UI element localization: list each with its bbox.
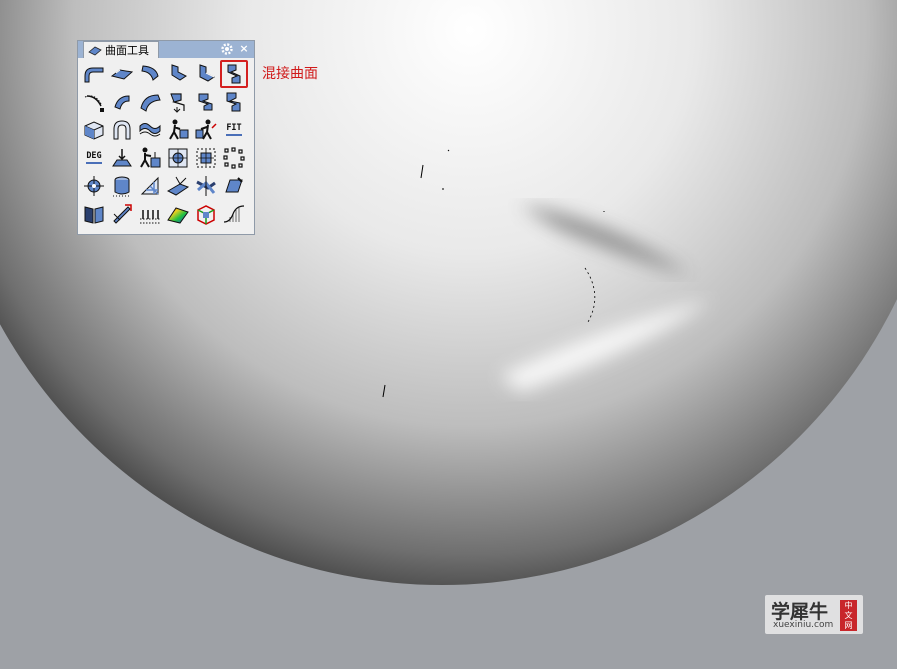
tool-button[interactable] <box>164 200 192 228</box>
tool-button[interactable] <box>220 88 248 116</box>
rainbow-analysis-icon <box>167 207 189 224</box>
fence-icon <box>140 210 160 224</box>
blend-surface-icon <box>227 64 241 84</box>
triangle-grid-icon <box>140 176 159 195</box>
tool-button[interactable] <box>164 144 192 172</box>
tool-button[interactable] <box>192 172 220 200</box>
shell-surface-icon <box>140 94 161 112</box>
tool-button[interactable]: FIT <box>220 116 248 144</box>
tool-button[interactable] <box>108 116 136 144</box>
tool-button[interactable] <box>136 88 164 116</box>
variable-chamfer-icon <box>199 64 215 82</box>
dotted-circle-icon <box>223 147 245 169</box>
fit-icon: FIT <box>226 124 242 136</box>
arch-icon <box>113 120 131 140</box>
tool-button[interactable] <box>136 172 164 200</box>
offset-variable-icon <box>114 95 130 110</box>
tab-title: 曲面工具 <box>105 44 149 57</box>
seal-char: 文 <box>844 610 853 620</box>
tool-button[interactable] <box>192 200 220 228</box>
tool-button[interactable] <box>192 116 220 144</box>
tool-button[interactable] <box>136 200 164 228</box>
blend-surface-button[interactable] <box>220 60 248 88</box>
wave-icon <box>139 123 161 137</box>
tool-button[interactable] <box>164 88 192 116</box>
seal-char: 中 <box>844 600 853 610</box>
tool-button[interactable] <box>220 200 248 228</box>
surface-tab-icon <box>88 46 102 56</box>
degree-icon: DEG <box>86 152 102 164</box>
tool-button[interactable] <box>108 172 136 200</box>
target-square-icon <box>168 148 188 168</box>
merge-surface-icon <box>226 92 241 112</box>
gear-point-icon <box>84 176 104 196</box>
tool-button[interactable] <box>108 88 136 116</box>
close-icon[interactable]: × <box>238 41 250 57</box>
tool-button[interactable] <box>192 144 220 172</box>
dotted-target-icon <box>196 148 216 168</box>
cylinder-icon <box>113 176 131 197</box>
tool-button[interactable] <box>164 60 192 88</box>
tool-button[interactable] <box>80 172 108 200</box>
figure-push-icon <box>140 147 161 168</box>
tool-button[interactable] <box>80 88 108 116</box>
panel-title-bar: 曲面工具 × <box>78 41 254 58</box>
plane-intersect-icon <box>166 176 190 196</box>
tool-button[interactable] <box>220 172 248 200</box>
tool-button[interactable] <box>80 116 108 144</box>
variable-fillet-icon <box>141 65 159 81</box>
tool-button[interactable] <box>108 200 136 228</box>
surface-edit-icon <box>225 177 243 193</box>
point-push-icon <box>112 149 132 167</box>
extend-surface-icon <box>198 93 213 111</box>
tool-button[interactable] <box>136 60 164 88</box>
book-icon <box>84 206 104 224</box>
dart-icon <box>113 204 132 224</box>
fillet-surface-icon <box>84 67 104 83</box>
tool-grid: FIT DEG <box>80 60 248 228</box>
match-surface-icon <box>170 93 185 113</box>
twist-icon <box>196 176 216 196</box>
tool-button[interactable] <box>80 60 108 88</box>
watermark-logo: 学犀牛 xuexiniu.com 中 文 网 <box>765 595 863 634</box>
watermark-url: xuexiniu.com <box>773 620 834 630</box>
tool-button[interactable] <box>108 144 136 172</box>
curve-graph-icon <box>223 205 245 223</box>
figure-adjust-icon <box>195 119 217 140</box>
tab-surface-tools[interactable]: 曲面工具 <box>83 41 159 58</box>
tool-button[interactable] <box>136 144 164 172</box>
tool-button[interactable] <box>108 60 136 88</box>
seal-char: 网 <box>844 620 853 630</box>
box-icon <box>84 121 104 140</box>
tool-button[interactable] <box>192 60 220 88</box>
offset-surface-icon <box>84 95 104 112</box>
tool-button[interactable] <box>192 88 220 116</box>
tool-button[interactable]: DEG <box>80 144 108 172</box>
tool-button[interactable] <box>80 200 108 228</box>
gear-icon[interactable] <box>220 42 234 56</box>
surface-tools-panel: 曲面工具 × FIT DEG <box>77 40 255 235</box>
tool-button[interactable] <box>164 116 192 144</box>
chamfer-surface-icon <box>110 69 134 80</box>
tool-button[interactable] <box>136 116 164 144</box>
tool-button[interactable] <box>164 172 192 200</box>
watermark-seal: 中 文 网 <box>840 600 857 631</box>
blend-surface-callout: 混接曲面 <box>262 66 318 82</box>
tool-button[interactable] <box>220 144 248 172</box>
figure-pull-icon <box>169 119 189 140</box>
box-analysis-icon <box>197 205 215 225</box>
connect-surface-icon <box>171 64 187 81</box>
